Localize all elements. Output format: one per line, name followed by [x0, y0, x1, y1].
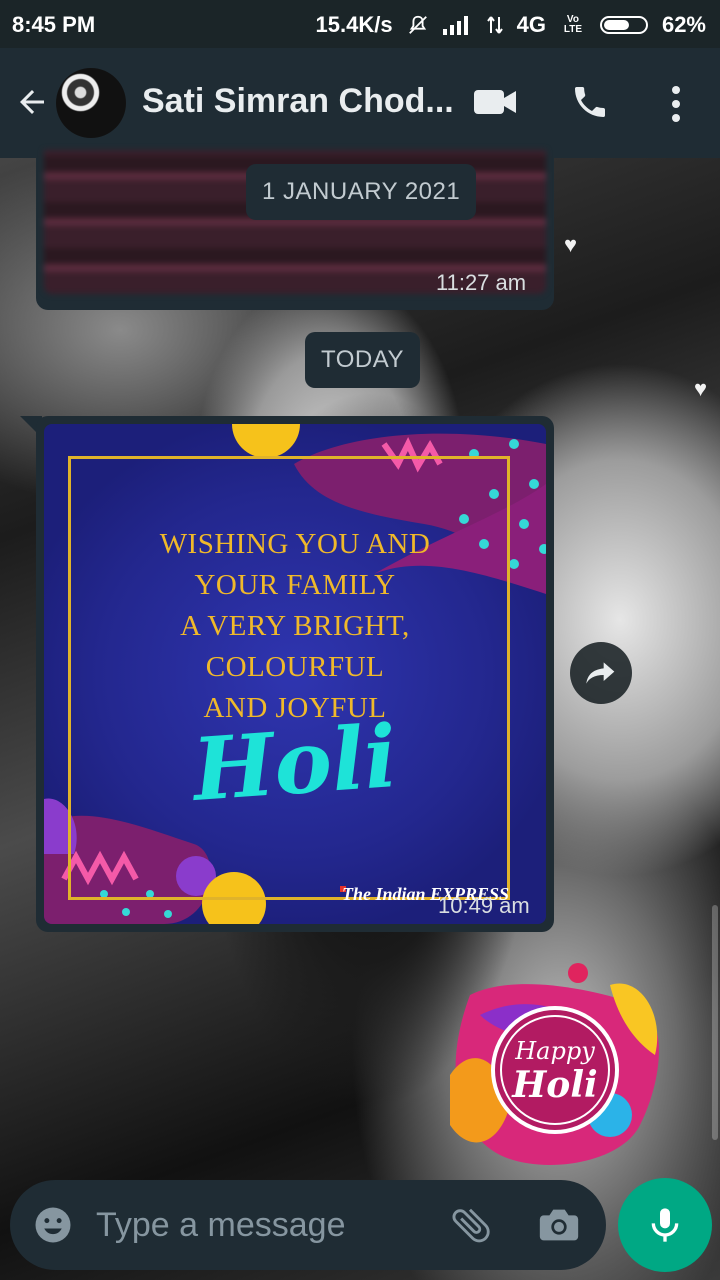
network-type: 4G	[516, 12, 546, 37]
scroll-indicator	[712, 905, 718, 1140]
volte-badge: Vo LTE	[563, 14, 583, 35]
contact-name[interactable]: Sati Simran Chod...	[142, 82, 462, 121]
date-chip: 1 JANUARY 2021	[246, 164, 477, 220]
status-time: 8:45 PM	[12, 12, 96, 37]
attach-icon[interactable]	[448, 1202, 494, 1248]
message-time: 10:49 am	[438, 893, 530, 918]
battery-icon	[599, 16, 648, 34]
date-chip: TODAY	[305, 332, 420, 388]
avatar[interactable]	[56, 68, 126, 138]
message-bubble-image[interactable]: WISHING YOU AND YOUR FAMILY A VERY BRIGH…	[36, 416, 554, 932]
video-call-icon[interactable]	[472, 86, 518, 118]
card-greeting: WISHING YOU AND YOUR FAMILY A VERY BRIGH…	[44, 524, 546, 729]
happy-holi-sticker[interactable]: Happy Holi	[440, 955, 670, 1175]
card-line: A VERY BRIGHT,	[180, 610, 410, 642]
signal-icon	[442, 16, 468, 35]
forward-button[interactable]	[570, 642, 632, 704]
mic-button[interactable]	[618, 1178, 712, 1272]
mic-icon	[651, 1208, 679, 1242]
data-activity-icon	[486, 16, 503, 34]
card-line: YOUR FAMILY	[194, 569, 396, 601]
chat-header: Sati Simran Chod...	[0, 48, 720, 158]
sticker-text-happy: Happy	[514, 1037, 595, 1065]
message-time: 11:27 am	[436, 270, 527, 295]
message-input[interactable]: Type a message	[96, 1206, 345, 1245]
net-speed: 15.4K/s	[315, 12, 393, 37]
battery-percent: 62%	[661, 12, 706, 37]
wallpaper-heart-icon: ♥	[694, 376, 708, 401]
status-indicators: 15.4K/s 4G Vo LTE 62%	[316, 12, 706, 38]
voice-call-icon[interactable]	[570, 82, 610, 122]
card-line: COLOURFUL	[205, 651, 385, 683]
back-arrow-icon[interactable]	[14, 84, 50, 120]
forward-icon	[586, 662, 615, 684]
sticker-text-holi: Holi	[511, 1064, 597, 1106]
mute-icon	[408, 15, 427, 34]
card-line: WISHING YOU AND	[159, 528, 431, 560]
message-composer: Type a message	[10, 1180, 606, 1270]
more-vert-icon[interactable]	[664, 84, 688, 124]
sticker-art: Happy Holi	[450, 963, 659, 1165]
wallpaper-heart-icon: ♥	[564, 232, 578, 257]
emoji-icon[interactable]	[32, 1204, 74, 1246]
camera-icon[interactable]	[536, 1202, 582, 1248]
holi-greeting-image[interactable]: WISHING YOU AND YOUR FAMILY A VERY BRIGH…	[44, 424, 546, 924]
status-bar: 8:45 PM 15.4K/s 4G Vo LTE 62%	[0, 0, 720, 48]
